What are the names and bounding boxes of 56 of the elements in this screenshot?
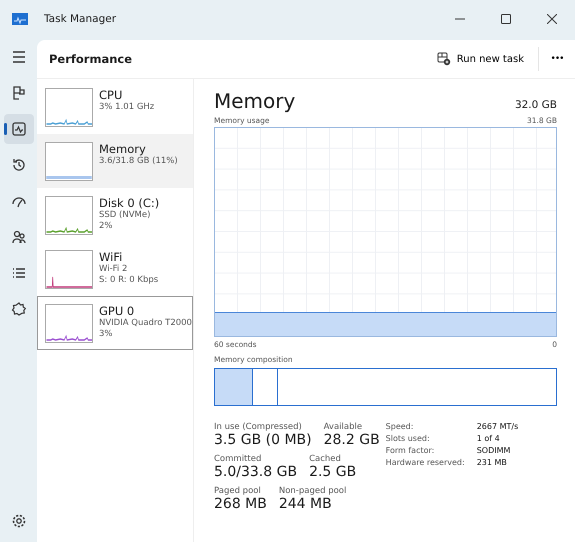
spec-label: Form factor: <box>386 446 436 455</box>
more-button[interactable]: ••• <box>539 53 575 65</box>
stat-value: 268 MB <box>214 496 267 512</box>
resource-detail: 3% <box>99 329 114 340</box>
resource-detail: 3% 1.01 GHz <box>99 102 154 113</box>
stat-label: Committed <box>214 454 262 464</box>
stat-label: In use (Compressed) <box>214 422 303 432</box>
resource-name: CPU <box>99 88 124 102</box>
spec-label: Speed: <box>386 422 414 431</box>
resource-title: Memory <box>214 89 296 113</box>
nav-button[interactable] <box>4 114 34 144</box>
spec-label: Hardware reserved: <box>386 458 465 467</box>
spec-value: SODIMM <box>476 446 512 455</box>
resource-item[interactable]: Disk 0 (C:) SSD (NVMe) 2% <box>37 188 193 242</box>
stat-value: 5.0/33.8 GB <box>214 464 298 480</box>
resource-name: WiFi <box>99 250 124 264</box>
app-icon <box>12 13 28 25</box>
run-new-task-button[interactable]: Run new task <box>428 48 532 70</box>
stat-label: Non-paged pool <box>278 486 346 496</box>
stat-value: 2.5 GB <box>309 464 356 480</box>
sparkline-graph <box>45 304 93 343</box>
spec-value: 2667 MT/s <box>476 422 518 431</box>
close-icon <box>547 14 557 24</box>
sparkline-graph <box>45 142 93 181</box>
resource-detail: S: 0 R: 0 Kbps <box>99 275 158 286</box>
settings-icon <box>10 512 28 530</box>
resource-detail: 3.6/31.8 GB (11%) <box>99 156 178 167</box>
total-memory: 32.0 GB <box>514 99 557 111</box>
resource-name: GPU 0 <box>99 304 136 318</box>
stat-label: Paged pool <box>214 486 262 496</box>
spec-value: 231 MB <box>476 458 508 467</box>
stat-value: 3.5 GB (0 MB) <box>214 432 312 448</box>
run-task-icon <box>436 52 451 66</box>
page-title: Performance <box>49 52 134 66</box>
window-title: Task Manager <box>44 13 118 25</box>
sparkline-graph <box>45 250 93 289</box>
resource-item[interactable]: WiFi Wi-Fi 2 S: 0 R: 0 Kbps <box>37 242 193 296</box>
sparkline-graph <box>45 196 93 235</box>
resource-detail: Wi-Fi 2 <box>99 264 128 275</box>
resource-detail: 2% <box>99 221 114 232</box>
resource-item[interactable]: Memory 3.6/31.8 GB (11%) <box>37 134 193 188</box>
spec-label: Slots used: <box>386 434 431 443</box>
maximize-icon <box>501 14 511 24</box>
resource-item[interactable]: GPU 0 NVIDIA Quadro T2000 3% <box>37 296 193 350</box>
sparkline-graph <box>45 88 93 127</box>
stat-label: Cached <box>309 454 342 464</box>
resource-name: Memory <box>99 142 147 156</box>
stat-value: 244 MB <box>278 496 333 512</box>
spec-value: 1 of 4 <box>476 434 501 443</box>
resource-name: Disk 0 (C:) <box>99 196 160 210</box>
resource-detail: SSD (NVMe) <box>99 210 152 221</box>
users-icon <box>10 228 28 246</box>
stat-label: Available <box>324 422 364 432</box>
resource-item[interactable]: CPU 3% 1.01 GHz <box>37 80 193 134</box>
stat-value: 28.2 GB <box>324 432 380 448</box>
pulse-icon <box>10 120 28 138</box>
